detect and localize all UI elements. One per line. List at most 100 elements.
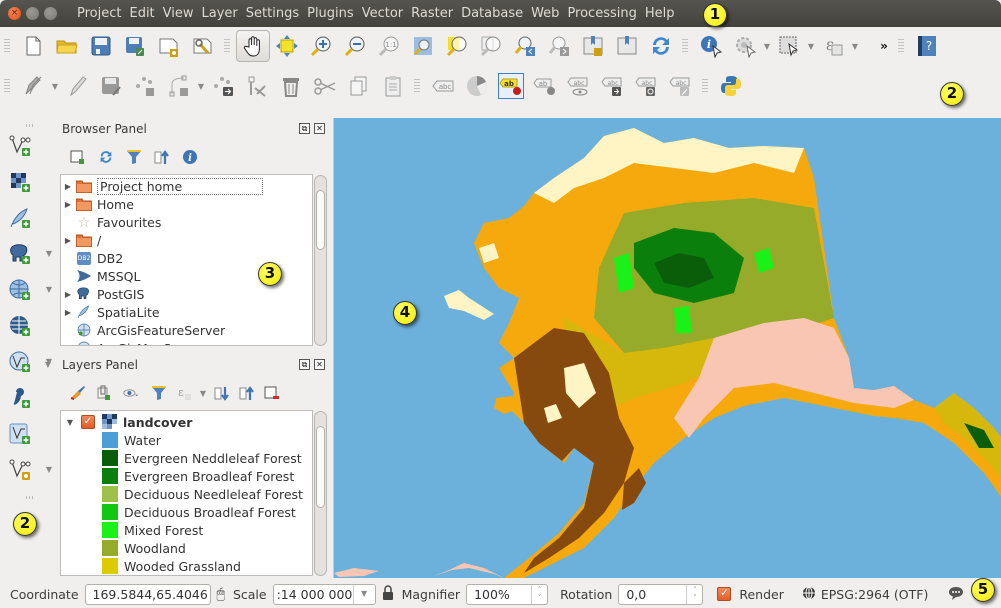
legend-item[interactable]: Deciduous Broadleaf Forest	[61, 503, 312, 521]
composer-manager-button[interactable]	[186, 30, 220, 62]
run-feature-action-button[interactable]	[728, 30, 762, 62]
close-panel-button[interactable]: ✕	[314, 123, 325, 134]
add-wms-dropdown[interactable]: ▼	[44, 285, 54, 294]
run-feature-action-dropdown[interactable]: ▼	[762, 42, 772, 51]
add-postgis-dropdown[interactable]: ▼	[44, 249, 54, 258]
browser-item-arcgis-map-server[interactable]: ArcGisMapServer	[61, 339, 312, 345]
zoom-to-layer-button[interactable]	[474, 30, 508, 62]
menu-web[interactable]: Web	[527, 6, 563, 21]
add-virtual-layer-button[interactable]	[3, 418, 37, 450]
menu-raster[interactable]: Raster	[407, 6, 457, 21]
add-raster-layer-button[interactable]	[3, 166, 37, 198]
preview-labels-button[interactable]: abc	[562, 70, 596, 102]
layers-panel-menu-arrow[interactable]: ▼	[43, 360, 53, 369]
browser-item-root[interactable]: ▶ /	[61, 231, 312, 249]
layers-scrollbar[interactable]	[314, 411, 327, 576]
node-tool-button[interactable]	[162, 70, 196, 102]
expand-arrow-icon[interactable]: ▶	[61, 308, 75, 317]
add-selected-layers-button[interactable]	[67, 146, 89, 168]
filter-browser-button[interactable]	[123, 146, 145, 168]
add-vector-layer-button[interactable]	[3, 130, 37, 162]
browser-item-favourites[interactable]: ☆ Favourites	[61, 213, 312, 231]
menu-edit[interactable]: Edit	[125, 6, 158, 21]
scrollbar-thumb[interactable]	[316, 426, 325, 508]
python-console-button[interactable]	[714, 70, 748, 102]
magnifier-spinbox[interactable]: 100% ˄ ˅	[466, 583, 549, 605]
delete-part-button[interactable]	[240, 70, 274, 102]
window-close-button[interactable]: ×	[8, 7, 21, 20]
add-wfs-layer-button[interactable]	[3, 346, 37, 378]
properties-button[interactable]: i	[179, 146, 201, 168]
messages-icon[interactable]	[948, 586, 964, 603]
browser-item-spatialite[interactable]: ▶ SpatiaLite	[61, 303, 312, 321]
new-layer-dropdown[interactable]: ▼	[44, 465, 54, 474]
open-layer-styling-button[interactable]	[67, 382, 89, 404]
remove-layer-button[interactable]	[261, 382, 283, 404]
zoom-full-button[interactable]	[406, 30, 440, 62]
zoom-native-button[interactable]: 1:1	[372, 30, 406, 62]
float-panel-button[interactable]: ⧉	[299, 123, 310, 134]
layer-visibility-checkbox[interactable]: ✓	[81, 415, 95, 429]
toolbar-grip[interactable]	[702, 79, 708, 93]
zoom-out-button[interactable]	[338, 30, 372, 62]
toolbar-grip[interactable]	[414, 79, 420, 93]
collapse-all-button[interactable]	[151, 146, 173, 168]
select-features-button[interactable]	[772, 30, 806, 62]
add-feature-button[interactable]	[128, 70, 162, 102]
expand-arrow-icon[interactable]: ▶	[61, 200, 75, 209]
menu-database[interactable]: Database	[457, 6, 527, 21]
window-maximize-button[interactable]	[44, 7, 57, 20]
new-shapefile-layer-button[interactable]	[3, 454, 37, 486]
select-features-dropdown[interactable]: ▼	[806, 42, 816, 51]
window-minimize-button[interactable]	[26, 7, 39, 20]
select-by-expression-button[interactable]: ε	[816, 30, 850, 62]
help-button[interactable]: ?	[910, 30, 944, 62]
toolbar-grip[interactable]	[26, 496, 34, 499]
show-bookmarks-button[interactable]	[610, 30, 644, 62]
toolbar-grip[interactable]	[224, 39, 230, 53]
filter-legend-button[interactable]	[148, 382, 170, 404]
pin-labels-button[interactable]: ab	[498, 73, 524, 99]
toggle-extents-mouse-icon[interactable]: 🖱	[217, 586, 225, 602]
show-hide-labels-button[interactable]: ab	[528, 70, 562, 102]
open-project-button[interactable]	[50, 30, 84, 62]
float-panel-button[interactable]: ⧉	[299, 359, 310, 370]
menu-layer[interactable]: Layer	[198, 6, 242, 21]
legend-item[interactable]: Evergreen Broadleaf Forest	[61, 467, 312, 485]
browser-item-arcgis-feature-server[interactable]: ArcGisFeatureServer	[61, 321, 312, 339]
labeling-button[interactable]: abc	[426, 70, 460, 102]
menu-processing[interactable]: Processing	[563, 6, 640, 21]
add-group-button[interactable]	[92, 382, 114, 404]
browser-item-project-home[interactable]: ▶ Project home	[61, 177, 312, 195]
browser-item-home[interactable]: ▶ Home	[61, 195, 312, 213]
save-as-button[interactable]	[118, 30, 152, 62]
diagram-button[interactable]	[460, 70, 494, 102]
move-label-button[interactable]: abc	[596, 70, 630, 102]
legend-item[interactable]: Water	[61, 431, 312, 449]
menu-view[interactable]: View	[159, 6, 198, 21]
expand-all-button[interactable]	[211, 382, 233, 404]
copy-features-button[interactable]	[342, 70, 376, 102]
scrollbar-thumb[interactable]	[316, 190, 325, 250]
cut-features-button[interactable]	[308, 70, 342, 102]
filter-by-expression-dropdown[interactable]: ▼	[198, 389, 208, 398]
rotation-spinbox[interactable]: 0,0 ˄ ˅	[618, 583, 704, 605]
add-wms-layer-button[interactable]	[3, 274, 37, 306]
zoom-next-button[interactable]	[542, 30, 576, 62]
toolbar-grip[interactable]	[682, 39, 688, 53]
magnifier-spin-arrows[interactable]: ˄ ˅	[531, 584, 547, 604]
paste-features-button[interactable]	[376, 70, 410, 102]
menu-help[interactable]: Help	[641, 6, 679, 21]
more-tools-button[interactable]: »	[874, 30, 894, 62]
manage-visibility-button[interactable]	[117, 382, 145, 404]
zoom-last-button[interactable]	[508, 30, 542, 62]
layer-item-landcover[interactable]: ▼ ✓ landcover	[61, 413, 312, 431]
save-project-button[interactable]	[84, 30, 118, 62]
add-delimited-text-layer-button[interactable]	[3, 382, 37, 414]
scale-dropdown-arrow[interactable]: ▼	[352, 584, 375, 604]
lock-scale-icon[interactable]	[382, 584, 394, 604]
pan-map-button[interactable]	[236, 30, 270, 62]
toolbar-grip[interactable]	[898, 39, 904, 53]
expand-arrow-icon[interactable]: ▶	[61, 182, 75, 191]
add-wcs-layer-button[interactable]	[3, 310, 37, 342]
